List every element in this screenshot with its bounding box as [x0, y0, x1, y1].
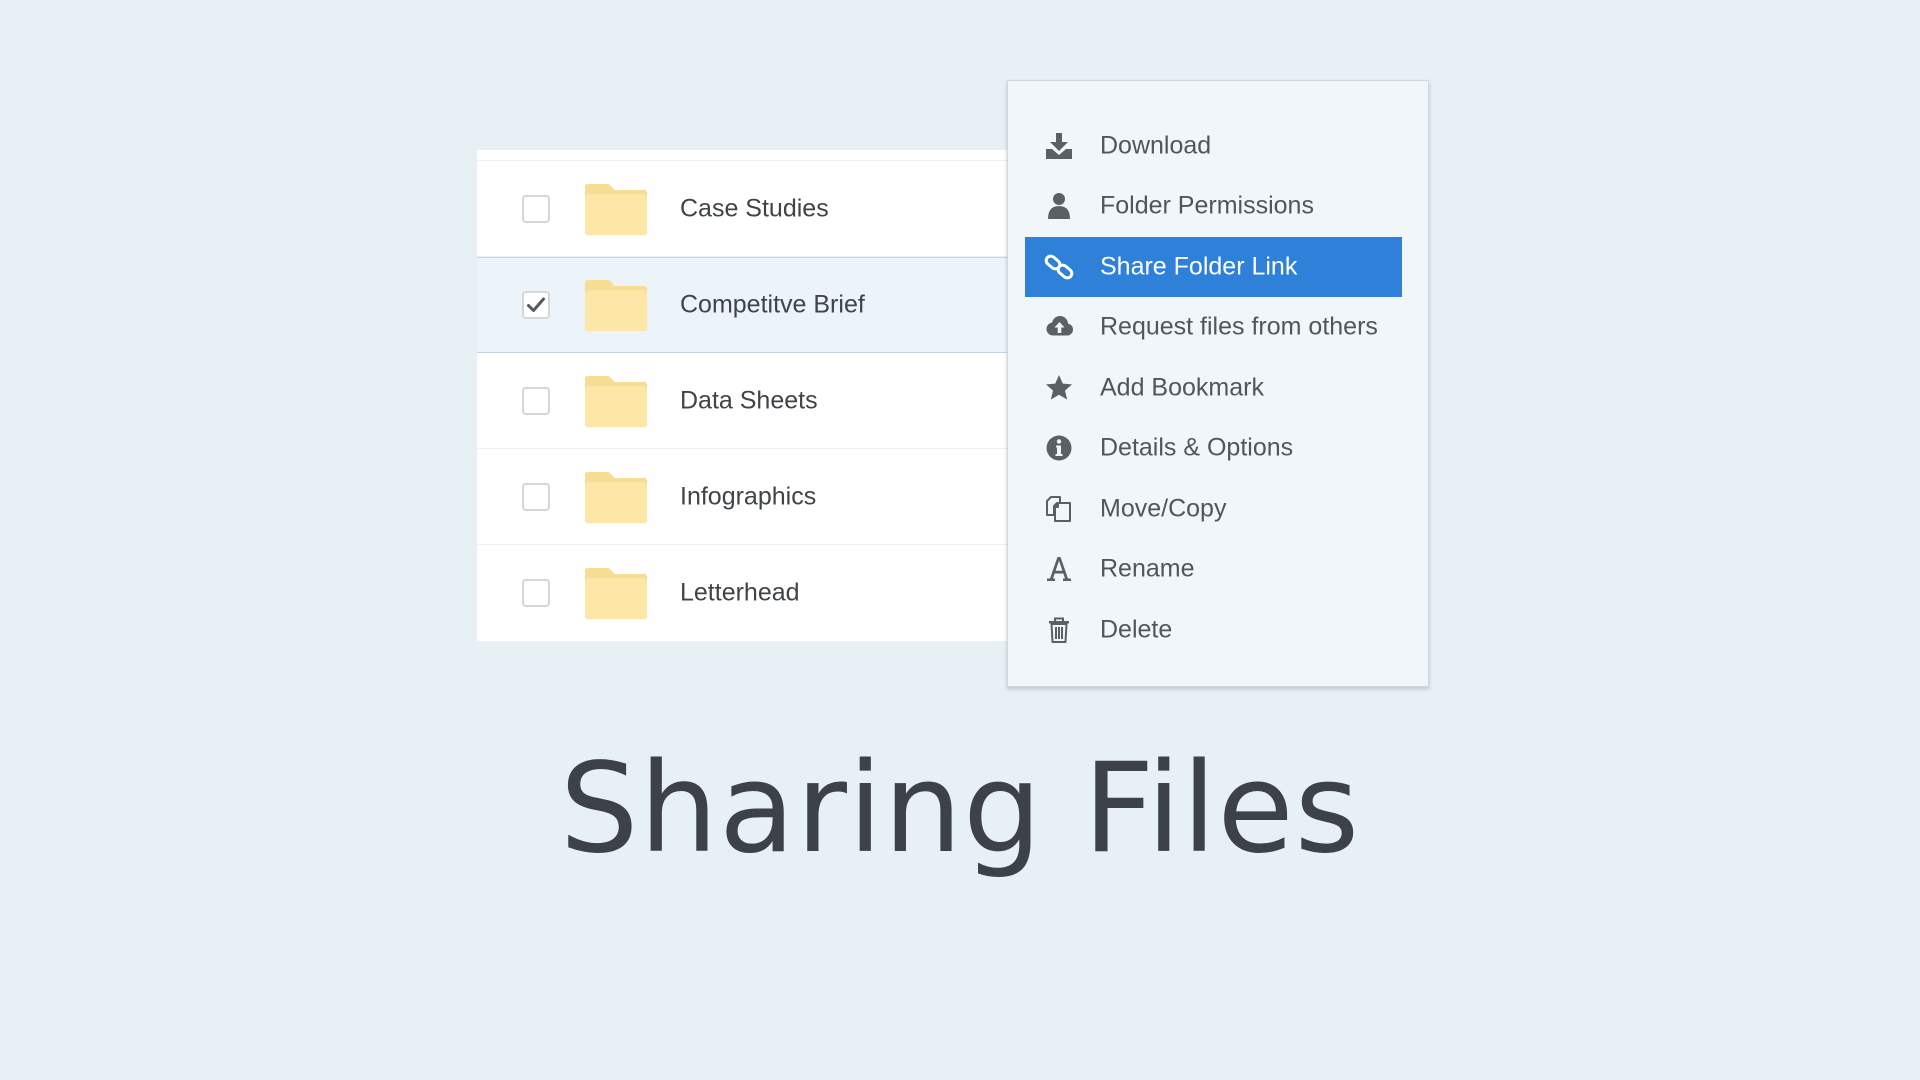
folder-checkbox[interactable] [522, 194, 550, 223]
menu-item-share-folder-link[interactable]: Share Folder Link [1025, 237, 1402, 297]
folder-checkbox[interactable] [522, 482, 550, 511]
menu-item-move-copy[interactable]: Move/Copy [1025, 479, 1402, 539]
link-icon [1044, 252, 1074, 282]
folder-name: Competitve Brief [680, 290, 865, 319]
menu-label: Download [1100, 131, 1212, 160]
folder-icon [585, 568, 647, 619]
folder-checkbox[interactable] [522, 291, 550, 319]
menu-item-add-bookmark[interactable]: Add Bookmark [1025, 358, 1402, 418]
menu-label: Request files from others [1100, 312, 1378, 341]
folder-name: Case Studies [680, 194, 829, 222]
folder-icon [585, 280, 647, 331]
menu-item-request-files[interactable]: Request files from others [1025, 297, 1402, 357]
folder-row-data-sheets[interactable]: Data Sheets [477, 353, 1017, 449]
checkmark-icon [527, 297, 545, 312]
menu-item-folder-permissions[interactable]: Folder Permissions [1025, 176, 1402, 236]
folder-name: Letterhead [680, 578, 800, 607]
menu-label: Share Folder Link [1100, 252, 1298, 281]
context-menu: Download Folder Permissions Share Folder… [1007, 80, 1429, 687]
folder-row-infographics[interactable]: Infographics [477, 449, 1017, 545]
info-icon [1044, 433, 1074, 463]
folder-icon [585, 375, 647, 427]
menu-item-download[interactable]: Download [1025, 116, 1402, 176]
menu-label: Move/Copy [1100, 494, 1227, 523]
menu-item-details-options[interactable]: Details & Options [1025, 418, 1402, 478]
menu-label: Details & Options [1100, 433, 1294, 462]
menu-item-rename[interactable]: Rename [1025, 539, 1402, 599]
menu-item-delete[interactable]: Delete [1025, 600, 1402, 660]
page-title: Sharing Files [559, 737, 1361, 881]
folder-icon [585, 183, 647, 235]
menu-label: Folder Permissions [1100, 191, 1314, 220]
font-a-icon [1044, 554, 1074, 584]
folder-row-case-studies[interactable]: Case Studies [477, 161, 1017, 257]
download-icon [1044, 131, 1074, 161]
star-icon [1044, 373, 1074, 403]
menu-label: Rename [1100, 554, 1195, 583]
folder-row-competitive-brief[interactable]: Competitve Brief [477, 257, 1017, 353]
folder-list: Case Studies Competitve Brief Data Sheet… [477, 150, 1017, 641]
folder-icon [585, 471, 647, 523]
folder-row-letterhead[interactable]: Letterhead [477, 545, 1017, 641]
copy-icon [1044, 494, 1074, 524]
menu-label: Add Bookmark [1100, 373, 1264, 402]
user-icon [1044, 191, 1074, 221]
trash-icon [1044, 615, 1074, 645]
folder-checkbox[interactable] [522, 579, 550, 607]
cloud-upload-icon [1044, 312, 1074, 342]
folder-name: Infographics [680, 482, 817, 510]
folder-checkbox[interactable] [522, 386, 550, 415]
menu-label: Delete [1100, 615, 1173, 644]
folder-name: Data Sheets [680, 386, 818, 414]
